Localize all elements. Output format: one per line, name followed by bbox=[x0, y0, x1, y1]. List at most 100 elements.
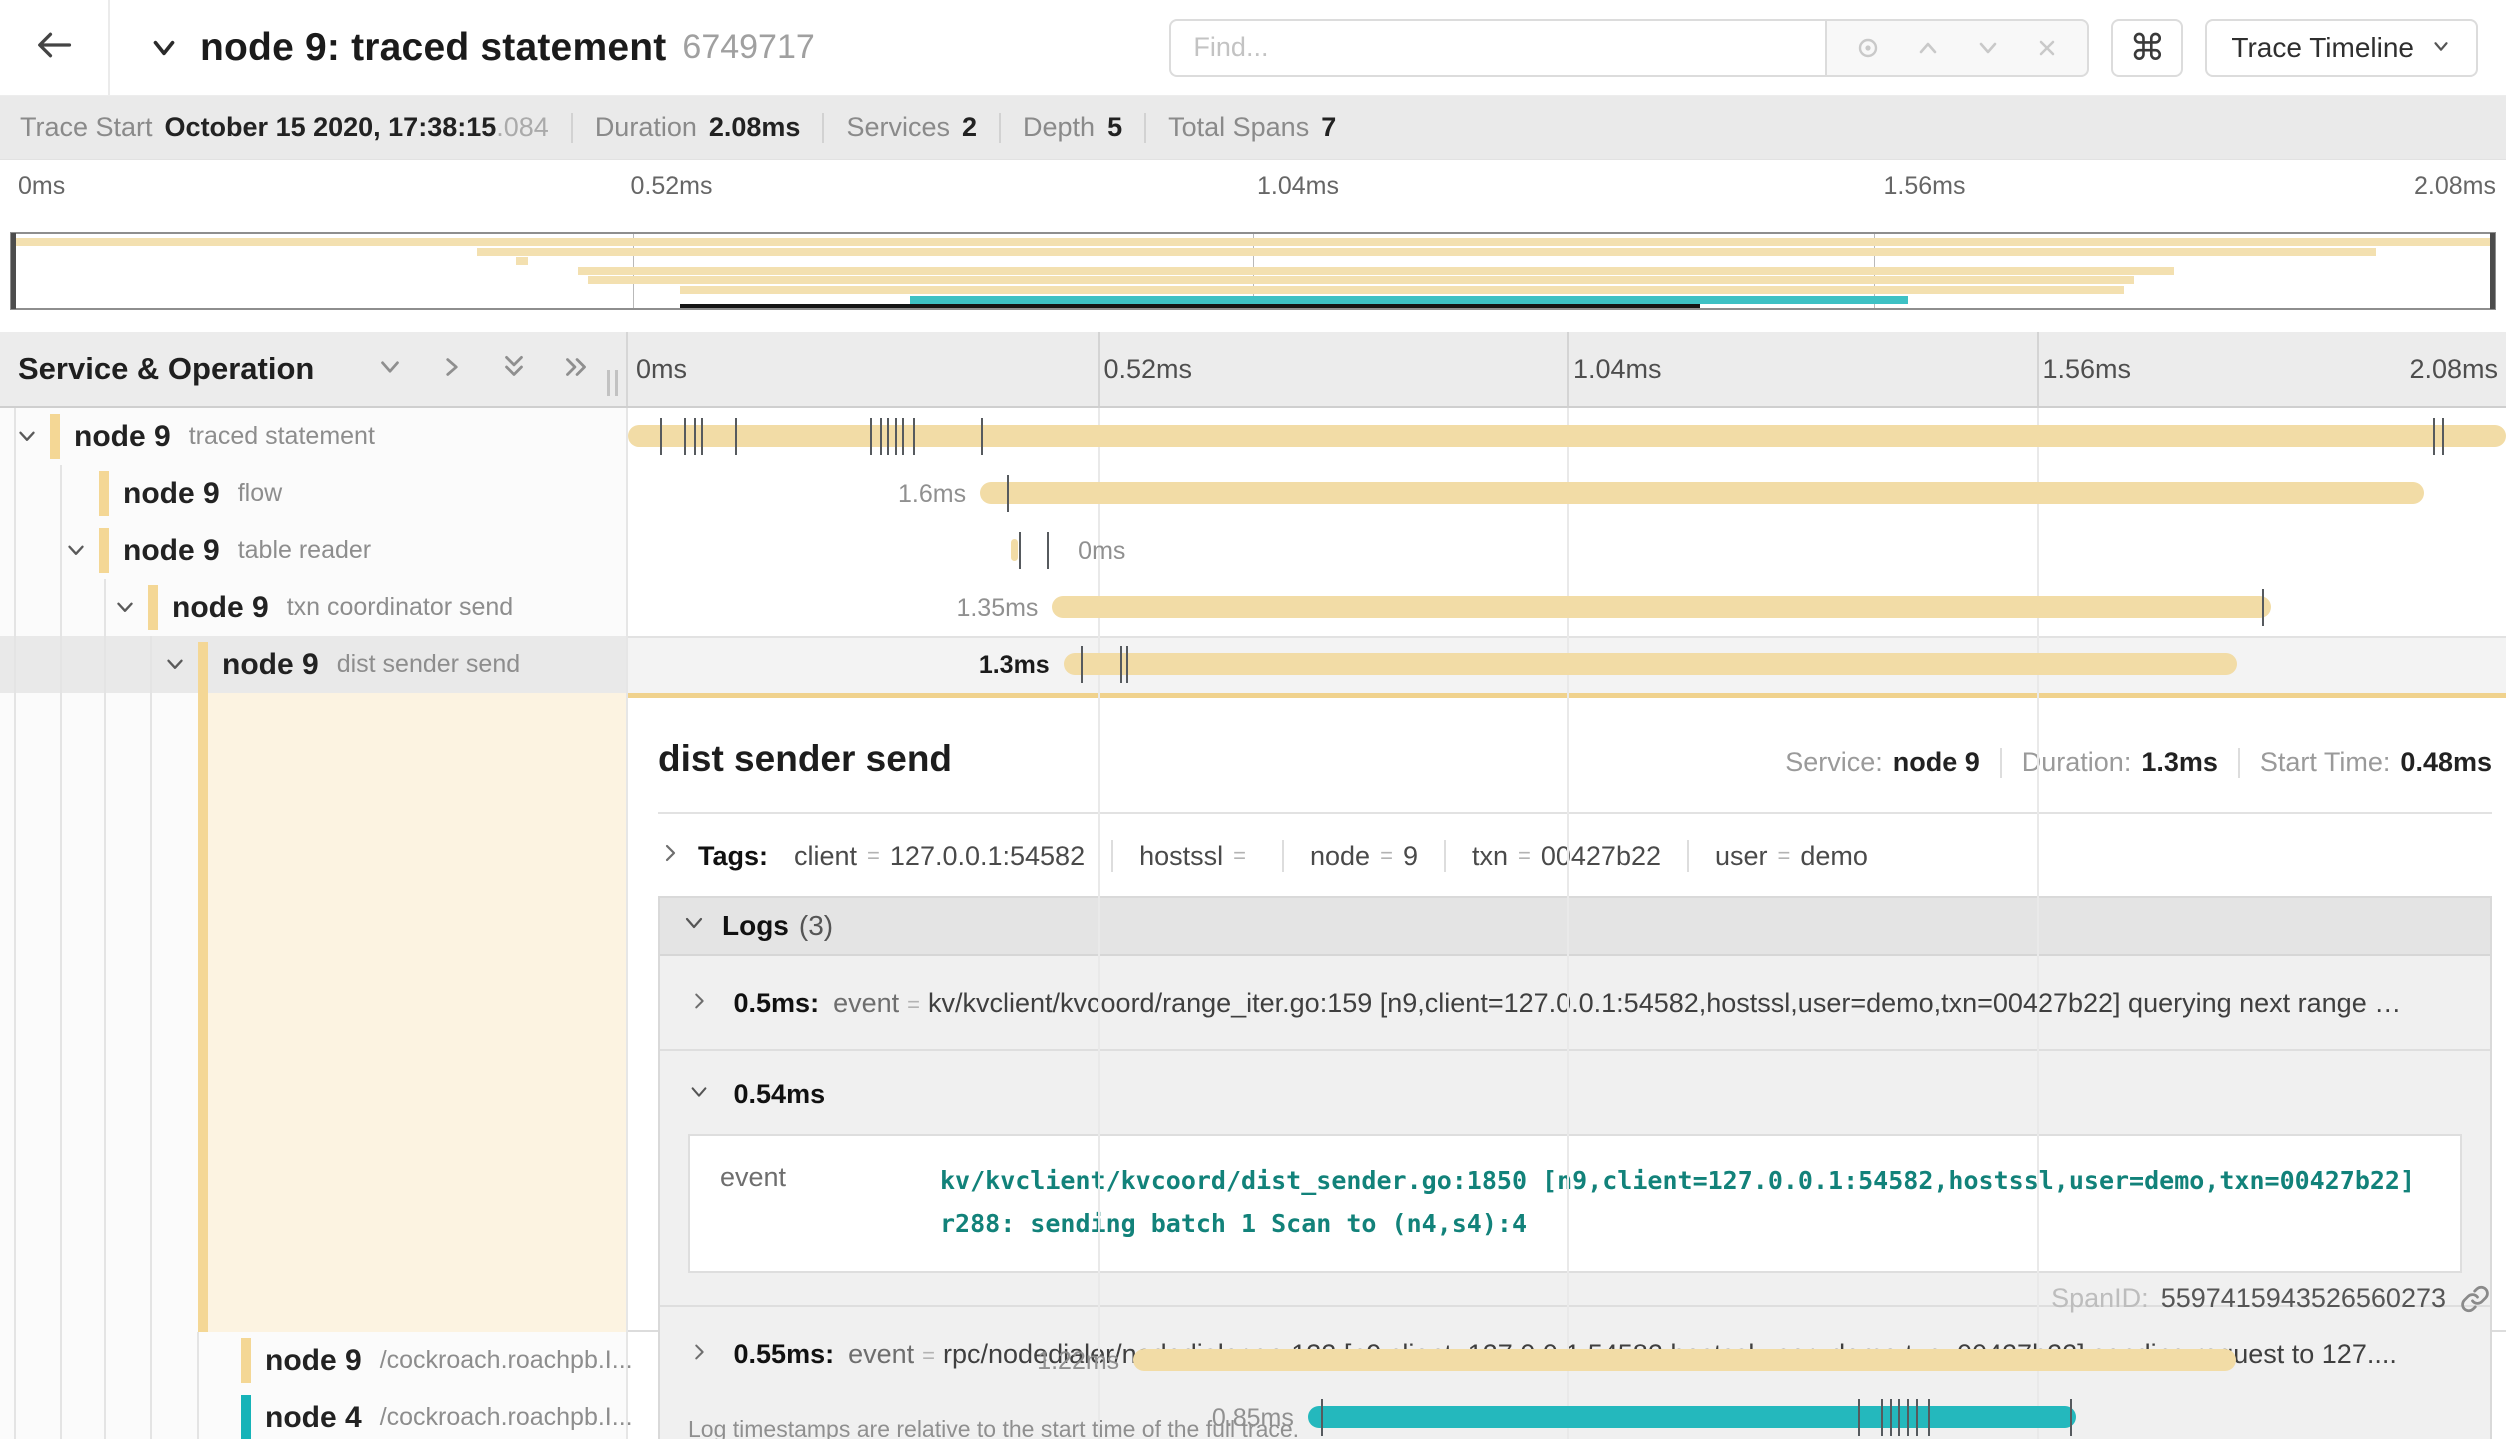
locate-icon[interactable] bbox=[1853, 33, 1883, 63]
view-selector-label: Trace Timeline bbox=[2231, 32, 2414, 64]
log-marker-tick bbox=[902, 418, 904, 455]
span-duration-bar[interactable] bbox=[1011, 539, 1018, 561]
log-entry-expanded-header[interactable]: 0.54ms bbox=[660, 1051, 2490, 1110]
chevron-down-icon[interactable] bbox=[148, 32, 180, 64]
span-tree-cell[interactable]: node 9table reader bbox=[0, 522, 628, 579]
minimap-axis-label: 1.56ms bbox=[1884, 172, 1966, 201]
divider bbox=[1444, 840, 1446, 872]
collapse-one-icon[interactable] bbox=[374, 351, 406, 388]
chevron-down-icon[interactable] bbox=[63, 537, 89, 563]
span-tree-cell[interactable]: node 9/cockroach.roachpb.I... bbox=[0, 1332, 628, 1389]
log-key: event bbox=[833, 988, 899, 1018]
operation-name: traced statement bbox=[189, 422, 375, 451]
minimap-scrubber-left[interactable] bbox=[11, 233, 16, 309]
tree-indent-guide bbox=[60, 636, 62, 693]
minimap-canvas[interactable] bbox=[10, 232, 2496, 310]
minimap-span-bar bbox=[680, 286, 2125, 294]
span-duration-bar[interactable] bbox=[1052, 596, 2271, 618]
span-row[interactable]: node 9txn coordinator send1.35ms bbox=[0, 579, 2506, 636]
span-tree-cell[interactable]: node 9flow bbox=[0, 465, 628, 522]
span-timeline-cell[interactable]: 1.6ms bbox=[628, 465, 2506, 522]
span-tree-cell[interactable]: node 4/cockroach.roachpb.I... bbox=[0, 1389, 628, 1439]
span-row[interactable]: node 9traced statement bbox=[0, 408, 2506, 465]
span-timeline-cell[interactable] bbox=[628, 408, 2506, 465]
trace-view-selector[interactable]: Trace Timeline bbox=[2205, 19, 2478, 77]
span-rows: node 9traced statementnode 9flow1.6msnod… bbox=[0, 408, 2506, 1439]
span-duration-label: 1.22ms bbox=[1037, 1347, 1119, 1376]
service-name: node 9 bbox=[172, 591, 269, 625]
log-marker-tick bbox=[2070, 1399, 2072, 1436]
chevron-up-icon[interactable] bbox=[1913, 33, 1943, 63]
tree-indent-guide bbox=[104, 1332, 106, 1389]
tag-items: client=127.0.0.1:54582hostssl=node=9txn=… bbox=[768, 840, 1868, 872]
link-icon[interactable] bbox=[2460, 1284, 2490, 1314]
chevron-down-icon[interactable] bbox=[1973, 33, 2003, 63]
span-row[interactable]: node 9/cockroach.roachpb.I... 1.22ms bbox=[0, 1332, 2506, 1389]
selected-span-gutter-fill bbox=[208, 693, 626, 1332]
span-detail-panel: dist sender send Service:node 9Duration:… bbox=[628, 693, 2506, 1332]
trace-summary-bar: Trace StartOctober 15 2020, 17:38:15.084… bbox=[0, 96, 2506, 160]
minimap-scrubber-right[interactable] bbox=[2490, 233, 2495, 309]
span-timeline-cell[interactable]: 1.35ms bbox=[628, 579, 2506, 636]
tree-indent-guide bbox=[104, 579, 106, 636]
keyboard-shortcuts-button[interactable]: ⌘ bbox=[2111, 19, 2183, 77]
tree-indent-guide bbox=[14, 1389, 16, 1439]
span-timeline-cell[interactable]: 1.3ms bbox=[628, 636, 2506, 693]
span-duration-bar[interactable] bbox=[1133, 1349, 2235, 1371]
chevron-down-icon[interactable] bbox=[112, 594, 138, 620]
meta-value: node 9 bbox=[1893, 747, 1980, 778]
back-button[interactable] bbox=[0, 0, 110, 95]
span-timeline-cell[interactable]: 1.22ms bbox=[628, 1332, 2506, 1389]
collapse-controls bbox=[374, 351, 592, 388]
trace-title-group[interactable]: node 9: traced statement 6749717 bbox=[148, 26, 815, 70]
tree-indent-guide bbox=[60, 1332, 62, 1389]
trace-minimap[interactable]: 0ms0.52ms1.04ms1.56ms2.08ms bbox=[0, 160, 2506, 332]
log-marker-tick bbox=[1916, 1399, 1918, 1436]
log-marker-tick bbox=[694, 418, 696, 455]
span-row[interactable]: node 4/cockroach.roachpb.I...0.85ms bbox=[0, 1389, 2506, 1439]
span-row[interactable]: node 9dist sender send 1.3ms bbox=[0, 636, 2506, 693]
span-timeline-cell[interactable]: 0ms bbox=[628, 522, 2506, 579]
close-icon[interactable] bbox=[2033, 34, 2061, 62]
equals-sign: = bbox=[867, 843, 880, 869]
collapse-all-icon[interactable] bbox=[498, 351, 530, 388]
log-marker-tick bbox=[870, 418, 872, 455]
chevron-down-icon[interactable] bbox=[162, 651, 188, 677]
span-duration-bar[interactable] bbox=[1308, 1406, 2076, 1428]
tree-indent-guide bbox=[150, 1389, 152, 1439]
column-resizer[interactable] bbox=[607, 370, 618, 396]
minimap-span-bar bbox=[910, 296, 1908, 304]
find-input[interactable] bbox=[1169, 19, 1825, 77]
summary-item: Depth5 bbox=[1023, 112, 1122, 143]
span-duration-bar[interactable] bbox=[980, 482, 2424, 504]
span-tree-cell[interactable]: node 9traced statement bbox=[0, 408, 628, 465]
tag-value: 9 bbox=[1403, 841, 1418, 872]
span-duration-bar[interactable] bbox=[1064, 653, 2238, 675]
expand-one-icon[interactable] bbox=[436, 351, 468, 388]
service-name: node 9 bbox=[265, 1344, 362, 1378]
span-labels: node 9dist sender send bbox=[222, 636, 520, 693]
span-labels: node 9table reader bbox=[123, 522, 371, 579]
divider bbox=[1144, 113, 1146, 143]
chevron-down-icon[interactable] bbox=[14, 423, 40, 449]
tree-indent-guide bbox=[14, 1332, 16, 1389]
log-marker-tick bbox=[981, 418, 983, 455]
expand-all-icon[interactable] bbox=[560, 351, 592, 388]
service-operation-header: Service & Operation bbox=[0, 332, 628, 406]
span-duration-bar[interactable] bbox=[628, 425, 2506, 447]
tags-row[interactable]: Tags: client=127.0.0.1:54582hostssl=node… bbox=[658, 840, 2492, 872]
tag-key: client bbox=[794, 841, 857, 872]
operation-name: table reader bbox=[238, 536, 371, 565]
tree-indent-guide bbox=[104, 1389, 106, 1439]
page-title: node 9: traced statement bbox=[200, 26, 666, 70]
span-duration-label: 1.6ms bbox=[898, 480, 966, 509]
span-row[interactable]: node 9flow 1.6ms bbox=[0, 465, 2506, 522]
log-marker-tick bbox=[735, 418, 737, 455]
span-tree-cell[interactable]: node 9txn coordinator send bbox=[0, 579, 628, 636]
span-tree-cell[interactable]: node 9dist sender send bbox=[0, 636, 628, 693]
logs-header[interactable]: Logs (3) bbox=[660, 898, 2490, 956]
span-timeline-cell[interactable]: 0.85ms bbox=[628, 1389, 2506, 1439]
log-entry-collapsed[interactable]: 0.5ms:event=kv/kvclient/kvcoord/range_it… bbox=[660, 956, 2490, 1049]
equals-sign: = bbox=[1380, 843, 1393, 869]
span-row[interactable]: node 9table reader 0ms bbox=[0, 522, 2506, 579]
